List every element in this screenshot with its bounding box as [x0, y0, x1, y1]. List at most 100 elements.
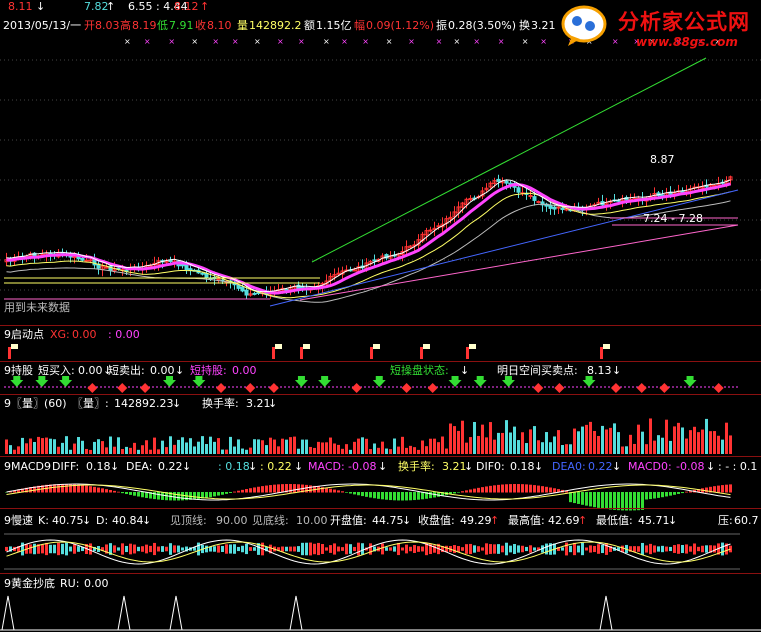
kd-bar — [397, 542, 400, 556]
volume-bar — [309, 446, 312, 454]
volume-bar — [693, 426, 696, 454]
candle-body — [244, 289, 249, 296]
volume-bar — [133, 442, 136, 454]
top-value-1: 8.11 — [8, 0, 33, 13]
macd-bar — [225, 492, 228, 494]
volume-bar — [633, 443, 636, 454]
volume-bar — [425, 446, 428, 454]
flag-pole — [600, 347, 603, 359]
buy-diamond — [268, 383, 279, 393]
kd-bar — [197, 542, 200, 556]
value-2: : 0.00 — [108, 328, 140, 341]
kd-bar — [581, 542, 584, 556]
macd-bar — [365, 492, 368, 497]
kd-bar — [353, 546, 356, 552]
kd-bar — [345, 543, 348, 555]
volume-bar — [565, 444, 568, 454]
volume-bar — [149, 449, 152, 454]
kd-bar — [661, 545, 664, 553]
dea-value: 0.22 — [158, 460, 183, 473]
macd-bar — [85, 485, 88, 493]
down-arrow: ↓ — [460, 364, 470, 377]
volume-bar — [537, 440, 540, 454]
macd-bar — [177, 492, 180, 501]
short-hold-value: 0.00 — [232, 364, 257, 377]
volume-bar — [417, 449, 420, 454]
kd-bar — [337, 546, 340, 552]
volume-bar — [713, 431, 716, 454]
signal-marker: × — [436, 37, 443, 46]
macd-bar — [105, 489, 108, 493]
kd-bar — [349, 544, 352, 554]
volume-bar — [313, 447, 316, 454]
macd-bar — [505, 484, 508, 493]
volume-bar — [121, 449, 124, 454]
volume-bar — [333, 443, 336, 454]
kd-bar — [505, 542, 508, 556]
macd-bar — [729, 484, 732, 493]
signal-marker: × — [232, 37, 239, 46]
volume-bar — [473, 421, 476, 454]
chart-canvas[interactable]: ×××××××××××××××××××××××××××× — [0, 0, 761, 632]
volume-bar — [549, 442, 552, 454]
volume-bar — [385, 448, 388, 454]
volume-bar — [273, 439, 276, 454]
open-value: 8.03 — [95, 19, 120, 32]
bottom-signal-spike — [289, 595, 303, 631]
volume-bar — [281, 438, 284, 454]
bottom-signal-spike — [169, 595, 183, 631]
close-value-label: 收盘值: — [418, 514, 455, 527]
kd-bar — [77, 546, 80, 552]
macd-bar — [597, 492, 600, 508]
buy-diamond — [554, 383, 565, 393]
macd-bar — [233, 491, 236, 493]
kd-bar — [217, 545, 220, 553]
macd-bar — [57, 484, 60, 493]
volume-bar — [45, 437, 48, 454]
macd-bar — [417, 492, 420, 500]
volume-bar — [381, 441, 384, 454]
volume-bar — [173, 444, 176, 454]
macd-bar — [489, 485, 492, 493]
kd-bar — [293, 546, 296, 552]
volume-bar — [89, 449, 92, 454]
kd-bar — [389, 547, 392, 551]
macd-bar — [81, 485, 84, 493]
macd-bar — [153, 492, 156, 500]
volume-bar — [73, 443, 76, 454]
macd-bar — [661, 492, 664, 498]
kd-bar — [137, 546, 140, 552]
volume-bar — [401, 436, 404, 454]
candle-body — [436, 225, 441, 228]
macd-bar — [337, 490, 340, 493]
volume-bar — [405, 447, 408, 454]
kd-bar — [573, 542, 576, 556]
volume-bar — [609, 427, 612, 454]
k-label: K: — [38, 514, 49, 527]
volume-bar — [21, 437, 24, 454]
volume-bar — [621, 446, 624, 454]
macd-bar — [261, 486, 264, 493]
signal-marker: × — [277, 37, 284, 46]
macd-value: -0.08 — [348, 460, 377, 473]
buy-diamond — [610, 383, 621, 393]
panel-separator — [0, 361, 761, 362]
kd-bar — [181, 547, 184, 551]
tomorrow-value: 8.13 — [587, 364, 612, 377]
signal-marker: × — [212, 37, 219, 46]
kd-bar — [409, 546, 412, 552]
candle-body — [468, 197, 473, 200]
volume-bar — [341, 448, 344, 454]
kd-bar — [21, 542, 24, 556]
macd-bar — [329, 488, 332, 493]
volume-bar — [217, 438, 220, 454]
down-arrow: ↓ — [268, 397, 278, 410]
volume-bar — [345, 444, 348, 454]
up-arrow: ↑ — [490, 514, 500, 527]
close-value: 49.29 — [460, 514, 492, 527]
short-hold-label: 短持股: — [190, 364, 227, 377]
kd-bar — [493, 544, 496, 554]
candle-body — [548, 204, 553, 209]
volume-bar — [725, 422, 728, 454]
candle-body — [428, 229, 433, 232]
